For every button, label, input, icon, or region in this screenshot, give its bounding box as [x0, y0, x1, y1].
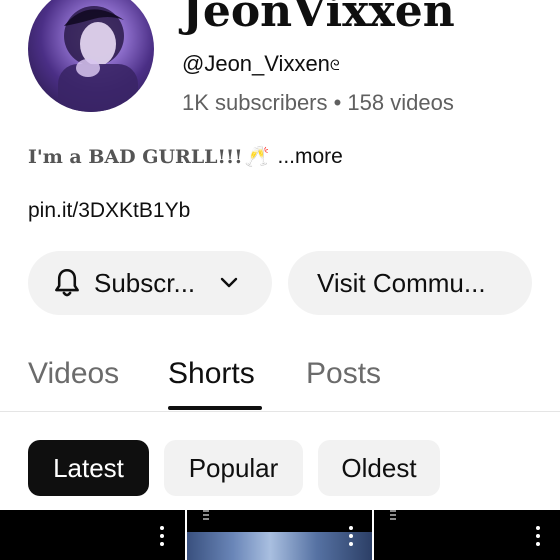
channel-avatar[interactable]: [28, 0, 154, 112]
filter-chip-oldest[interactable]: Oldest: [318, 440, 440, 496]
chevron-down-icon: [220, 277, 238, 288]
short-thumbnail[interactable]: [374, 510, 560, 560]
channel-description[interactable]: I'm a BAD GURLL!!! 🥂 ...more: [28, 143, 343, 171]
bio-text: I'm a BAD GURLL!!!: [28, 146, 243, 168]
filter-chip-popular[interactable]: Popular: [164, 440, 303, 496]
short-thumbnail[interactable]: [0, 510, 185, 560]
subscribe-button[interactable]: Subscr...: [28, 251, 272, 315]
channel-tabs: Videos Shorts Posts: [0, 350, 560, 412]
tab-videos[interactable]: Videos: [28, 354, 119, 394]
active-tab-indicator: [168, 406, 262, 410]
short-thumbnail[interactable]: [187, 510, 372, 560]
visit-community-button[interactable]: Visit Commu...: [288, 251, 532, 315]
description-more-link[interactable]: ...more: [277, 145, 342, 168]
channel-link[interactable]: pin.it/3DXKtB1Yb: [28, 197, 190, 225]
bell-icon: [55, 268, 79, 297]
tab-posts[interactable]: Posts: [306, 354, 381, 394]
channel-stats: 1K subscribers • 158 videos: [182, 90, 454, 115]
visit-community-label: Visit Commu...: [317, 267, 486, 298]
profile-photo: [58, 6, 138, 112]
more-vertical-icon[interactable]: [534, 526, 542, 550]
tab-shorts[interactable]: Shorts: [168, 354, 255, 394]
bio-emoji: 🥂: [244, 146, 270, 168]
short-thumbnail-image: [187, 532, 372, 560]
channel-handle: @Jeon_Vixxenᘓ: [182, 50, 340, 80]
handle-glyph: ᘓ: [329, 57, 340, 73]
overlay-glyph-icon: [390, 510, 396, 520]
more-vertical-icon[interactable]: [158, 526, 166, 550]
more-vertical-icon[interactable]: [347, 526, 355, 550]
overlay-glyph-icon: [203, 510, 209, 520]
channel-name: JeonVixxen: [182, 0, 455, 37]
filter-chip-latest[interactable]: Latest: [28, 440, 149, 496]
subscribe-label: Subscr...: [94, 267, 196, 298]
channel-handle-text: @Jeon_Vixxen: [182, 51, 330, 76]
